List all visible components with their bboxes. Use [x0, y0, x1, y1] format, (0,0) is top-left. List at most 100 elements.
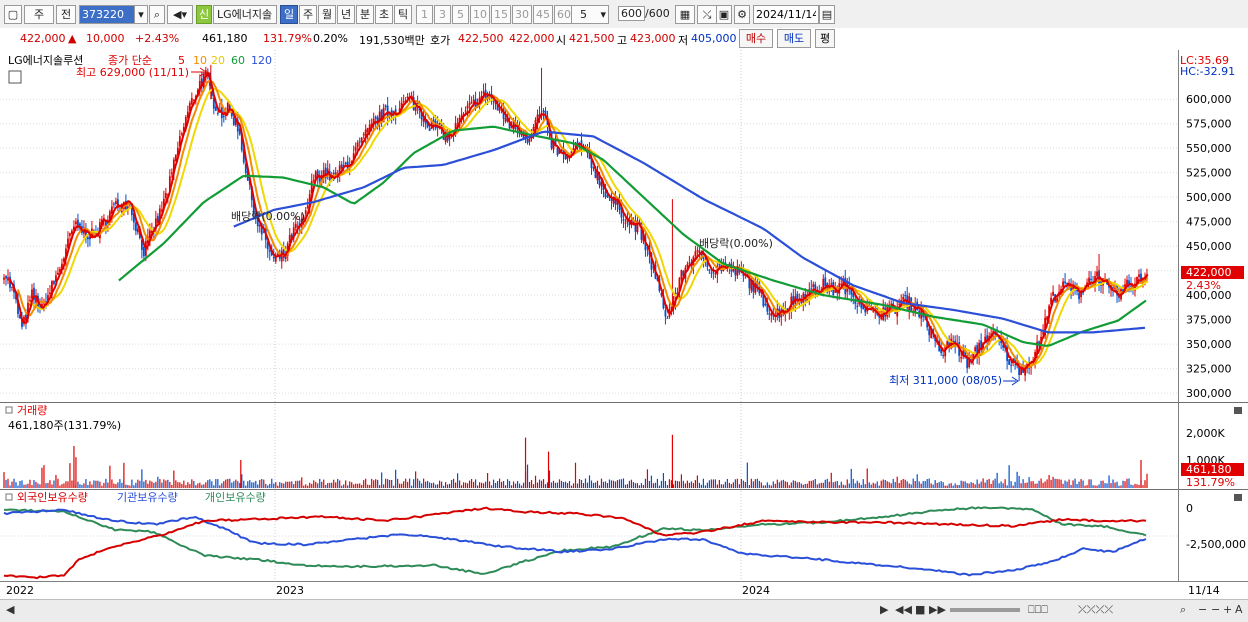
zoom-slider[interactable] [950, 608, 1020, 612]
count-field[interactable]: 600/600 [612, 5, 670, 24]
volume-bar [622, 478, 625, 488]
volume-bar [754, 479, 756, 488]
zoom-out-icon[interactable]: − [1198, 603, 1207, 616]
candle-body [464, 110, 467, 112]
volume-bar [858, 482, 860, 488]
volume-bar [752, 481, 754, 488]
volume-bar [19, 481, 21, 488]
bid-price-2: 422,000 [509, 32, 555, 45]
stop-icon[interactable]: ■ [915, 603, 925, 616]
timeframe-tab-5[interactable]: 초 [375, 5, 393, 24]
volume-bar [57, 478, 59, 488]
stock-code-input[interactable] [79, 5, 135, 24]
volume-bar [39, 484, 41, 488]
prev-select[interactable]: 전 [56, 5, 76, 24]
sell-button[interactable]: 매도 [777, 29, 811, 48]
scroll-right-icon[interactable]: ▶ [880, 603, 888, 616]
volume-bar [1072, 480, 1074, 488]
volume-bar [686, 480, 689, 488]
ma60-label: 60 [231, 54, 245, 67]
volume-bar [429, 482, 431, 488]
volume-bar [287, 481, 289, 488]
volume-bar [528, 482, 531, 488]
volume-bar [15, 482, 17, 488]
volume-bar [187, 482, 189, 488]
rewind-icon[interactable]: ◀◀ [895, 603, 912, 616]
interval-button-3[interactable]: 3 [434, 5, 451, 24]
font-size-icon[interactable]: A [1235, 603, 1243, 616]
period-select[interactable]: 주 [24, 5, 54, 24]
volume-bar [1090, 479, 1092, 488]
timeframe-tab-0[interactable]: 일 [280, 5, 298, 24]
timeframe-tab-4[interactable]: 분 [356, 5, 374, 24]
speaker-icon[interactable]: ◀▾ [167, 5, 193, 24]
volume-panel-toggle-icon[interactable] [5, 406, 13, 414]
volume-bar [111, 479, 113, 488]
volume-bar [393, 485, 395, 488]
volume-bar [1044, 481, 1046, 488]
timeframe-tab-1[interactable]: 주 [299, 5, 317, 24]
zoom-in-icon[interactable]: + [1223, 603, 1232, 616]
timeframe-tab-6[interactable]: 틱 [394, 5, 412, 24]
candle-body [1096, 271, 1098, 277]
volume-bar [878, 485, 880, 488]
volume-bar [496, 481, 499, 488]
interval-button-5[interactable]: 5 [452, 5, 469, 24]
timeframe-tab-3[interactable]: 년 [337, 5, 355, 24]
zoom-search-icon[interactable]: ⌕ [1180, 603, 1186, 617]
eval-button[interactable]: 평 [815, 29, 835, 48]
draw-tools-icon[interactable]: ⤫⤫⤫⤫ [1078, 603, 1113, 617]
volume-bar [768, 484, 770, 488]
candle-body [504, 118, 507, 122]
interval-button-15[interactable]: 15 [491, 5, 511, 24]
stock-chart[interactable]: LG에너지솔루션 종가 단순 5 10 20 60 120 LC:35.69 H… [0, 50, 1248, 599]
volume-bar [323, 479, 325, 488]
buy-button[interactable]: 매수 [739, 29, 773, 48]
volume-bar [125, 484, 127, 488]
volume-bar [642, 485, 645, 488]
chevron-down-icon[interactable]: ▾ [134, 5, 148, 24]
volume-bar [281, 482, 283, 488]
volume-bar [500, 481, 503, 488]
search-icon[interactable]: ⌕ [149, 5, 165, 24]
interval-button-45[interactable]: 45 [533, 5, 553, 24]
volume-bar [508, 480, 511, 488]
volume-panel-close-icon[interactable] [1234, 407, 1242, 414]
volume-bar [185, 485, 187, 488]
holdings-panel-close-icon[interactable] [1234, 494, 1242, 501]
volume-bar [307, 485, 309, 488]
interval-button-1[interactable]: 1 [416, 5, 433, 24]
volume-bar [221, 483, 223, 488]
volume-bar [435, 484, 437, 488]
scroll-left-icon[interactable]: ◀ [6, 603, 14, 616]
interval-button-10[interactable]: 10 [470, 5, 490, 24]
tools-icon[interactable]: ▦ [675, 5, 695, 24]
volume-bar [109, 465, 111, 488]
zoom-minus-icon[interactable]: − [1211, 603, 1220, 616]
volume-bar [994, 478, 996, 488]
candle-body [606, 195, 609, 197]
save-icon[interactable]: ▣ [716, 5, 732, 24]
date-input[interactable] [753, 5, 819, 24]
volume-bar [301, 477, 303, 488]
volume-bar [1032, 481, 1034, 488]
fast-forward-icon[interactable]: ▶▶ [929, 603, 946, 616]
view-tools-icon[interactable]: ⎕⎕⎕ [1028, 603, 1048, 617]
calendar-icon[interactable]: ▤ [819, 5, 835, 24]
volume-bar [389, 479, 391, 488]
data-table-icon[interactable] [8, 70, 22, 84]
legend-foreign: 외국인보유수량 [17, 491, 88, 504]
volume-bar [852, 478, 854, 488]
volume-bar [209, 479, 211, 488]
layout-icon[interactable]: ▢ [4, 5, 22, 24]
settings-icon[interactable]: ⚙ [734, 5, 750, 24]
volume-bar [542, 479, 545, 488]
volume-bar [1080, 479, 1082, 488]
holdings-panel-toggle-icon[interactable] [5, 493, 13, 501]
trendline-icon[interactable]: ⤯ [697, 5, 717, 24]
interval-button-30[interactable]: 30 [512, 5, 532, 24]
timeframe-tab-2[interactable]: 월 [318, 5, 336, 24]
ma10-label: 10 [193, 54, 207, 67]
interval-select[interactable]: 5 ▾ [571, 5, 609, 24]
candle-body [49, 292, 51, 295]
